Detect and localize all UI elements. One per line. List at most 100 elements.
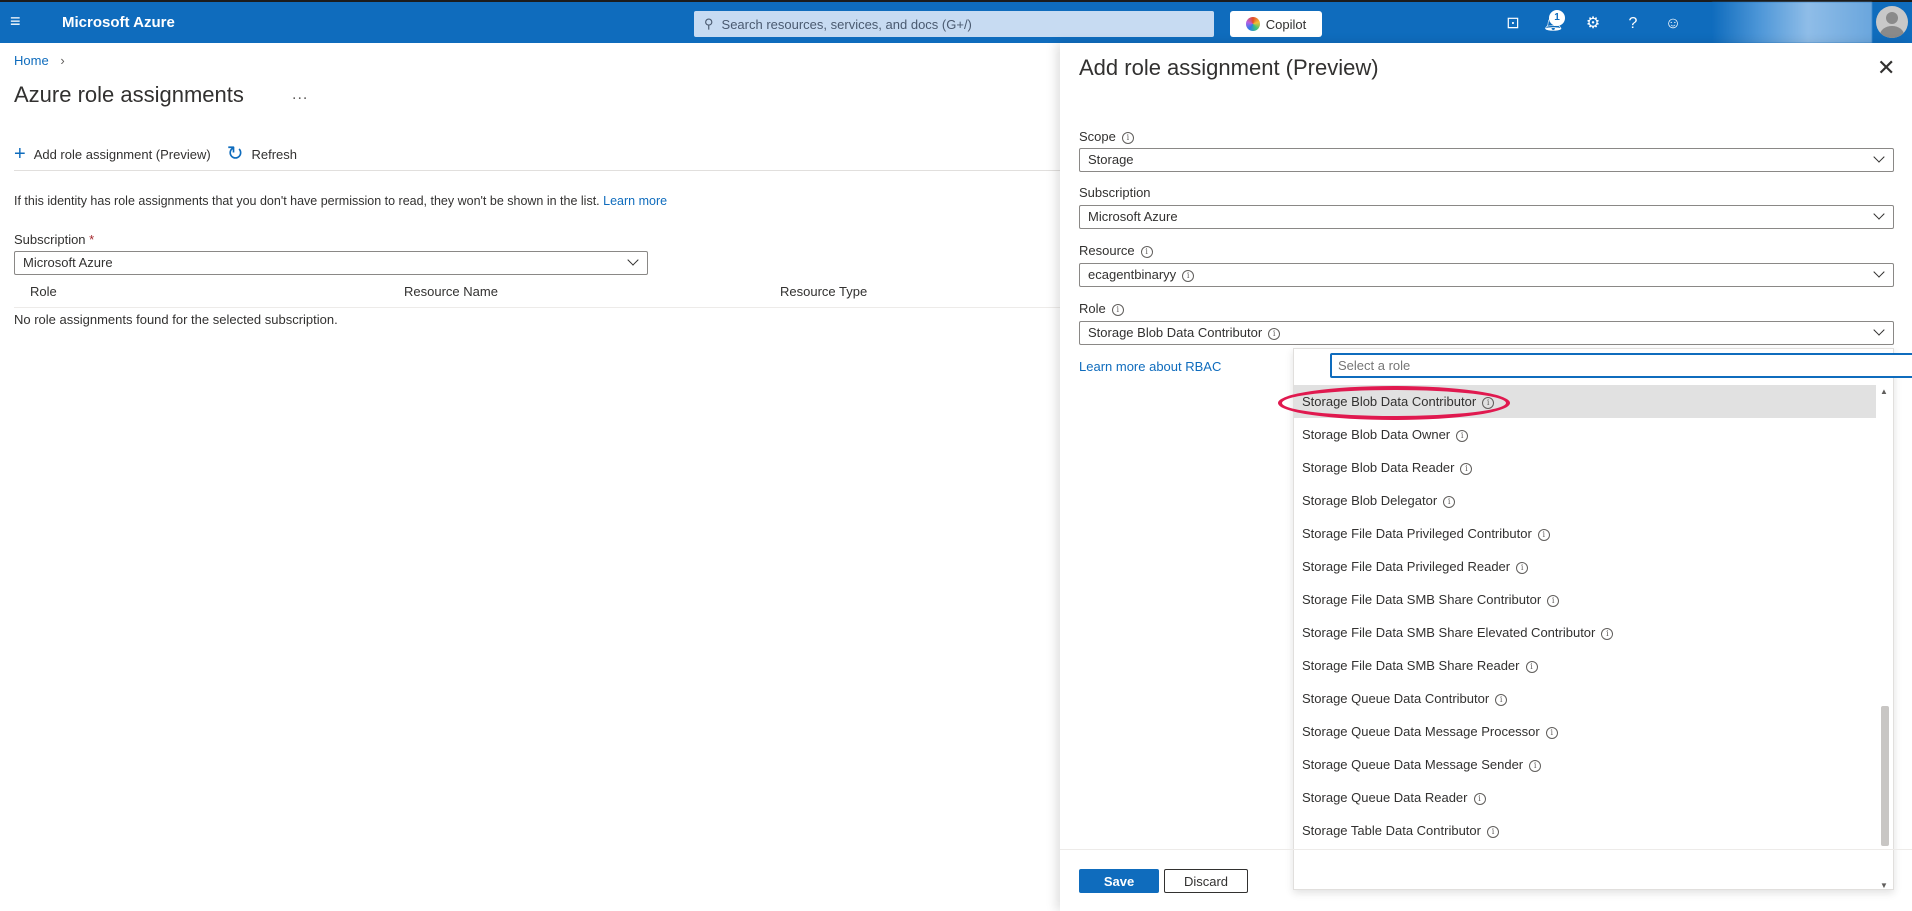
avatar[interactable] [1876,6,1908,38]
info-icon[interactable]: i [1545,727,1558,739]
scrollbar-thumb[interactable] [1881,706,1889,846]
info-icon[interactable]: i [1473,793,1486,805]
role-search-input[interactable] [1330,353,1912,378]
notification-badge: 1 [1549,10,1565,26]
account-info[interactable] [1712,2,1872,43]
role-option-label: Storage Queue Data Contributor [1302,691,1490,706]
menu-icon[interactable]: ≡ [10,12,26,30]
info-icon[interactable]: i [1140,246,1153,258]
role-option[interactable]: Storage Queue Data Contributor i [1294,682,1876,715]
add-role-assignment-label: Add role assignment (Preview) [33,146,211,162]
discard-button[interactable]: Discard [1164,869,1248,893]
role-label: Role i [1079,301,1124,316]
info-icon[interactable]: i [1460,463,1473,475]
panel-subscription-select[interactable]: Microsoft Azure [1079,205,1894,229]
role-option[interactable]: Storage Blob Delegator i [1294,484,1876,517]
chevron-down-icon [627,254,639,266]
column-header-resource-name[interactable]: Resource Name [404,284,498,299]
role-option-label: Storage File Data Privileged Reader [1302,559,1511,574]
role-option[interactable]: Storage File Data Privileged Reader i [1294,550,1876,583]
chevron-down-icon [1873,151,1885,163]
selection-highlight-annotation [1278,386,1510,420]
subscription-label: Subscription * [14,232,94,247]
info-icon[interactable]: i [1456,430,1469,442]
subscription-select-value: Microsoft Azure [23,255,113,270]
panel-subscription-value: Microsoft Azure [1088,209,1178,224]
search-icon: ⚲ [704,16,714,31]
info-icon[interactable]: i [1601,628,1614,640]
global-search-input[interactable]: ⚲ Search resources, services, and docs (… [694,11,1214,37]
refresh-button[interactable]: ↻ Refresh [227,144,297,164]
scroll-up-icon[interactable]: ▲ [1880,387,1888,396]
panel-title: Add role assignment (Preview) [1079,55,1379,80]
help-icon[interactable]: ? [1623,14,1643,34]
column-header-resource-type[interactable]: Resource Type [780,284,867,299]
copilot-button[interactable]: Copilot [1230,11,1322,37]
more-options-icon[interactable]: ... [292,86,308,104]
footer-divider [1060,849,1912,850]
close-icon[interactable]: ✕ [1877,55,1895,81]
chevron-right-icon: › [60,53,65,68]
learn-more-link[interactable]: Learn more [603,194,667,208]
subscription-select[interactable]: Microsoft Azure [14,251,648,275]
info-message: If this identity has role assignments th… [14,194,667,208]
add-role-assignment-button[interactable]: + Add role assignment (Preview) [14,144,211,164]
role-option[interactable]: Storage Table Data Contributor i [1294,814,1876,847]
info-icon[interactable]: i [1443,496,1456,508]
info-icon[interactable]: i [1516,562,1529,574]
role-option[interactable]: Storage Blob Data Reader i [1294,451,1876,484]
role-option[interactable]: Storage Queue Data Message Sender i [1294,748,1876,781]
command-bar: + Add role assignment (Preview) ↻ Refres… [14,142,313,166]
chevron-down-icon [1873,324,1885,336]
role-option[interactable]: Storage File Data SMB Share Reader i [1294,649,1876,682]
breadcrumb: Home › [14,53,65,68]
role-option[interactable]: Storage File Data SMB Share Contributor i [1294,583,1876,616]
info-icon[interactable]: i [1486,826,1499,838]
info-icon[interactable]: i [1121,132,1134,144]
info-icon[interactable]: i [1182,270,1195,282]
role-option-label: Storage File Data Privileged Contributor [1302,526,1532,541]
breadcrumb-home[interactable]: Home [14,53,49,68]
info-icon[interactable]: i [1529,760,1542,772]
info-icon[interactable]: i [1495,694,1508,706]
brand-title[interactable]: Microsoft Azure [62,14,175,31]
role-option[interactable]: Storage Queue Data Reader i [1294,781,1876,814]
add-role-assignment-panel: Add role assignment (Preview) ✕ Scope i S… [1060,43,1912,911]
scroll-down-icon[interactable]: ▼ [1880,881,1888,890]
info-icon[interactable]: i [1268,328,1281,340]
table-divider [14,307,1060,308]
save-button[interactable]: Save [1079,869,1159,893]
learn-more-rbac-link[interactable]: Learn more about RBAC [1079,359,1221,374]
role-option-label: Storage Queue Data Message Processor [1302,724,1540,739]
copilot-label: Copilot [1265,16,1307,32]
feedback-icon[interactable]: ☺ [1663,14,1683,34]
column-header-role[interactable]: Role [30,284,57,299]
scope-select[interactable]: Storage [1079,148,1894,172]
info-icon[interactable]: i [1111,304,1124,316]
settings-icon[interactable]: ⚙ [1583,14,1603,34]
info-icon[interactable]: i [1547,595,1560,607]
role-option-label: Storage File Data SMB Share Elevated Con… [1302,625,1596,640]
info-icon[interactable]: i [1525,661,1538,673]
cloud-shell-icon[interactable]: ⊡ [1503,14,1523,34]
role-option[interactable]: Storage Queue Data Message Processor i [1294,715,1876,748]
role-option-label: Storage Blob Data Reader [1302,460,1455,475]
role-option[interactable]: Storage File Data SMB Share Elevated Con… [1294,616,1876,649]
copilot-icon [1245,17,1260,31]
role-option-label: Storage Queue Data Reader [1302,790,1468,805]
role-option[interactable]: Storage Blob Data Owner i [1294,418,1876,451]
info-icon[interactable]: i [1537,529,1550,541]
info-text: If this identity has role assignments th… [14,194,600,208]
role-select[interactable]: Storage Blob Data Contributor i [1079,321,1894,345]
role-option-label: Storage Blob Delegator [1302,493,1438,508]
resource-select-value: ecagentbinaryy [1088,267,1177,282]
resource-select[interactable]: ecagentbinaryy i [1079,263,1894,287]
resource-label: Resource i [1079,243,1153,258]
panel-subscription-label: Subscription [1079,185,1151,200]
scope-label: Scope i [1079,129,1134,144]
search-placeholder: Search resources, services, and docs (G+… [721,16,972,32]
role-select-value: Storage Blob Data Contributor [1088,325,1263,340]
role-option[interactable]: Storage File Data Privileged Contributor… [1294,517,1876,550]
role-option-label: Storage Blob Data Owner [1302,427,1451,442]
role-option-label: Storage File Data SMB Share Reader [1302,658,1520,673]
